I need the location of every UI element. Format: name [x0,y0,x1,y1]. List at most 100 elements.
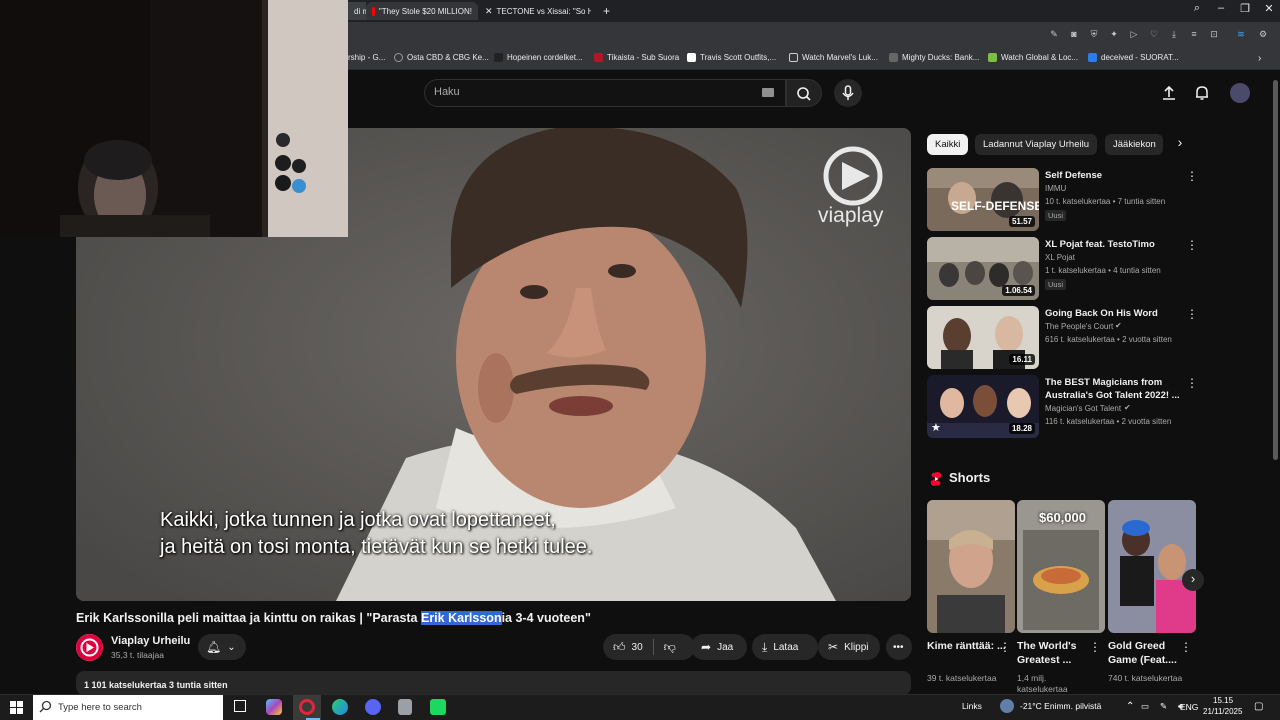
shield-icon[interactable]: ⛨ [1089,29,1099,39]
clock-date[interactable]: 21/11/2025 [1203,707,1242,716]
extension-icon[interactable]: ✦ [1109,29,1119,39]
links-toolbar[interactable]: Links [962,701,982,711]
app-icon[interactable] [398,699,412,715]
bookmark-item[interactable]: Osta CBD & CBG Ke... [394,53,489,62]
globe-icon [394,53,403,62]
weather-icon [1000,699,1014,713]
windows-start-icon[interactable] [10,701,23,714]
recommendation-title[interactable]: Self Defense [1045,169,1180,182]
browser-tab-2[interactable]: "They Stole $20 MILLION! [366,2,478,20]
page-scrollbar[interactable] [1273,80,1278,460]
bookmark-item[interactable]: Mighty Ducks: Bank... [889,53,979,62]
play-icon[interactable]: ▷ [1129,29,1139,39]
title-selected-text: Erik Karlsson [420,611,502,625]
close-icon[interactable]: ✕ [1258,2,1280,15]
search-tabs-icon[interactable]: ⌕ [1186,2,1208,15]
more-icon: ••• [893,641,904,653]
recommendation-menu-icon[interactable]: ⋮ [1186,169,1198,183]
like-icon[interactable]: 👍︎ [613,640,626,655]
discord-icon[interactable] [365,699,381,715]
short-menu-icon[interactable]: ⋮ [999,640,1011,654]
short-title[interactable]: The World's Greatest ... [1017,639,1097,667]
short-thumbnail[interactable] [927,500,1015,633]
recommendation-menu-icon[interactable]: ⋮ [1186,238,1198,252]
tray-overflow-icon[interactable]: ⌃ [1126,701,1134,712]
clip-button[interactable]: ✂ Klippi [818,634,880,660]
voice-search-button[interactable] [834,79,862,107]
vpn-icon[interactable]: ≋ [1236,29,1246,39]
microphone-icon [842,85,854,100]
recommendation-channel[interactable]: XL Pojat [1045,253,1075,262]
browser-tab-3[interactable]: ✕ TECTONE vs Xissai: "So Ha [479,2,591,20]
menu-icon[interactable]: ≡ [1189,29,1199,39]
short-menu-icon[interactable]: ⋮ [1089,640,1101,654]
settings-icon[interactable]: ⚙ [1258,29,1268,39]
shorts-next-button[interactable]: › [1182,569,1204,591]
download-icon[interactable]: ⤓ [1169,29,1179,39]
network-icon[interactable]: ▭ [1141,701,1149,712]
bookmark-item[interactable]: deceived - SUORAT... [1088,53,1179,62]
recommendation-menu-icon[interactable]: ⋮ [1186,307,1198,321]
minimize-icon[interactable]: – [1210,2,1232,14]
recommendation-channel[interactable]: The People's Court [1045,322,1113,331]
weather-text[interactable]: -21°C Enimm. pilvistä [1020,701,1101,711]
chip-uploaded-by-channel[interactable]: Ladannut Viaplay Urheilu [975,134,1097,155]
new-tab-button[interactable]: + [597,2,615,20]
dislike-icon[interactable]: 👎︎ [664,640,676,655]
task-view-icon[interactable] [234,700,246,712]
like-count[interactable]: 30 [632,642,643,653]
bookmark-item[interactable]: Hopeinen cordelket... [494,53,583,62]
recommendation-thumbnail[interactable]: ★ 18.28 [927,375,1039,438]
more-actions-button[interactable]: ••• [886,634,912,660]
bookmark-item[interactable]: Tikaista - Sub Suora [594,53,679,62]
short-title[interactable]: Kime ränttää: ... [927,639,1007,653]
bookmarks-overflow-icon[interactable]: › [1258,53,1261,64]
bookmark-item[interactable]: Watch Global & Loc... [988,53,1078,62]
recommendation-title[interactable]: Going Back On His Word [1045,307,1180,320]
avatar[interactable] [1230,83,1250,103]
search-button[interactable] [786,79,822,107]
chip-all[interactable]: Kaikki [927,134,969,155]
share-button[interactable]: ➦ Jaa [691,634,747,660]
opera-gx-icon[interactable] [299,699,315,715]
recommendation-thumbnail[interactable]: SELF-DEFENSE 51.57 [927,168,1039,231]
recommendation-thumbnail[interactable]: 1.06.54 [927,237,1039,300]
download-button[interactable]: ⤓ Lataa [752,634,818,660]
camera-icon[interactable]: ◙ [1069,29,1079,39]
copilot-icon[interactable] [266,699,282,715]
chip-hockey[interactable]: Jääkiekon [1105,134,1163,155]
app-icon[interactable] [430,699,446,715]
short-title[interactable]: Gold Greed Game (Feat.... [1108,639,1188,667]
recommendation-thumbnail[interactable]: 16.11 [927,306,1039,369]
restore-icon[interactable]: ❐ [1234,2,1256,15]
pen-icon[interactable]: ✎ [1160,701,1167,712]
keyboard-icon[interactable] [762,88,774,97]
notification-center-icon[interactable]: ▢ [1254,701,1263,712]
recommendation-title[interactable]: The BEST Magicians from Australia's Got … [1045,376,1180,403]
clock-time[interactable]: 15.15 [1213,696,1233,705]
browser-tab-1[interactable]: di m [348,2,366,20]
bookmark-item[interactable]: rship - G... [348,53,385,62]
edit-icon[interactable]: ✎ [1049,29,1059,39]
edge-icon[interactable] [332,699,348,715]
upload-icon[interactable] [1160,84,1178,102]
short-thumbnail[interactable] [1108,500,1196,633]
chips-next-icon[interactable]: › [1170,134,1190,155]
heart-icon[interactable]: ♡ [1149,29,1159,39]
recommendation-channel[interactable]: IMMU [1045,184,1066,193]
language-indicator[interactable]: ENG [1180,702,1198,712]
recommendation-title[interactable]: XL Pojat feat. TestoTimo [1045,238,1180,251]
recommendation-menu-icon[interactable]: ⋮ [1186,376,1198,390]
recommendation-channel[interactable]: Magician's Got Talent [1045,404,1121,413]
lock-icon[interactable]: ⊡ [1209,29,1219,39]
bookmark-item[interactable]: Travis Scott Outfits,... [687,53,776,62]
subscription-bell-button[interactable]: 🔔︎ ⌄ [198,634,246,660]
notifications-icon[interactable] [1193,84,1211,102]
channel-avatar[interactable] [76,634,103,661]
bookmark-item[interactable]: Watch Marvel's Luk... [789,53,878,62]
site-icon [687,53,696,62]
channel-name[interactable]: Viaplay Urheilu [111,635,190,647]
search-input[interactable] [424,79,786,107]
short-thumbnail[interactable]: $60,000 [1017,500,1105,633]
short-menu-icon[interactable]: ⋮ [1180,640,1192,654]
